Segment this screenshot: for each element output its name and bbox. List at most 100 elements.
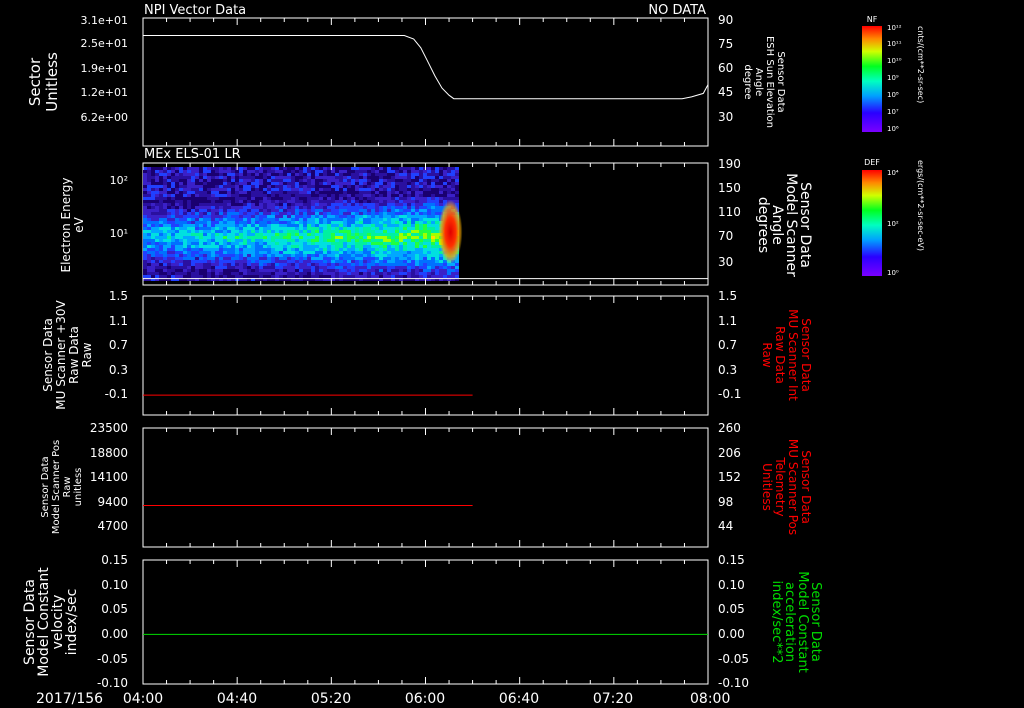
els-spectrogram-cell [443, 263, 447, 266]
els-spectrogram-cell [235, 224, 239, 227]
els-spectrogram-cell [439, 170, 443, 173]
els-spectrogram-cell [403, 197, 407, 200]
els-spectrogram-cell [371, 230, 375, 233]
els-spectrogram-cell [299, 197, 303, 200]
els-spectrogram-cell [271, 272, 275, 275]
els-spectrogram-cell [423, 173, 427, 176]
els-spectrogram-cell [375, 275, 379, 278]
els-spectrogram-cell [231, 227, 235, 230]
panel-sector-status: NO DATA [648, 3, 706, 18]
els-spectrogram-cell [279, 269, 283, 272]
els-spectrogram-cell [171, 254, 175, 257]
els-spectrogram-cell [443, 182, 447, 185]
els-spectrogram-cell [327, 221, 331, 224]
els-spectrogram-cell [271, 188, 275, 191]
els-spectrogram-cell [255, 239, 259, 242]
els-spectrogram-cell [415, 206, 419, 209]
els-spectrogram-cell [215, 272, 219, 275]
els-spectrogram-cell [239, 245, 243, 248]
els-spectrogram-cell [399, 185, 403, 188]
els-spectrogram-cell [279, 176, 283, 179]
els-spectrogram-cell [163, 176, 167, 179]
els-spectrogram-cell [231, 179, 235, 182]
els-spectrogram-cell [363, 257, 367, 260]
els-spectrogram-cell [275, 272, 279, 275]
mu-int-left-tick-3: 0.3 [109, 363, 128, 377]
els-spectrogram-cell [147, 206, 151, 209]
els-spectrogram-cell [443, 275, 447, 278]
els-spectrogram-cell [367, 197, 371, 200]
els-spectrogram-cell [291, 263, 295, 266]
els-spectrogram-cell [243, 263, 247, 266]
els-spectrogram-cell [191, 176, 195, 179]
els-spectrogram-cell [227, 245, 231, 248]
els-spectrogram-cell [259, 257, 263, 260]
els-spectrogram-cell [191, 239, 195, 242]
els-spectrogram-cell [159, 179, 163, 182]
els-spectrogram-cell [255, 272, 259, 275]
els-spectrogram-cell [163, 215, 167, 218]
els-spectrogram-cell [291, 233, 295, 236]
els-spectrogram-cell [215, 257, 219, 260]
els-spectrogram-cell [207, 221, 211, 224]
els-spectrogram-cell [343, 242, 347, 245]
els-spectrogram-cell [399, 218, 403, 221]
els-spectrogram-cell [275, 254, 279, 257]
els-spectrogram-cell [195, 233, 199, 236]
els-spectrogram-cell [351, 269, 355, 272]
els-spectrogram-cell [403, 170, 407, 173]
mu-pos-ylabel-0: Sensor Data [40, 456, 51, 517]
els-spectrogram-cell [323, 218, 327, 221]
els-spectrogram-cell [179, 242, 183, 245]
els-spectrogram-cell [235, 182, 239, 185]
els-spectrogram-cell [163, 260, 167, 263]
els-spectrogram-cell [435, 179, 439, 182]
vel-right-tick-5: -0.10 [718, 676, 749, 690]
els-spectrogram-cell [399, 230, 403, 233]
els-spectrogram-cell [239, 188, 243, 191]
els-spectrogram-cell [411, 188, 415, 191]
els-spectrogram-cell [227, 167, 231, 170]
els-spectrogram-cell [291, 254, 295, 257]
els-spectrogram-cell [323, 200, 327, 203]
els-spectrogram-cell [151, 257, 155, 260]
els-spectrogram-cell [167, 227, 171, 230]
els-spectrogram-cell [251, 257, 255, 260]
els-spectrogram-cell [243, 221, 247, 224]
els-spectrogram-cell [255, 188, 259, 191]
els-spectrogram-cell [287, 188, 291, 191]
els-spectrogram-cell [427, 176, 431, 179]
els-spectrogram-cell [427, 251, 431, 254]
els-spectrogram-cell [211, 230, 215, 233]
els-spectrogram-cell [143, 206, 147, 209]
els-spectrogram-cell [215, 239, 219, 242]
els-spectrogram-cell [355, 254, 359, 257]
els-spectrogram-cell [335, 179, 339, 182]
els-spectrogram-cell [407, 167, 411, 170]
els-spectrogram-cell [411, 251, 415, 254]
els-spectrogram-cell [423, 227, 427, 230]
els-spectrogram-cell [191, 230, 195, 233]
els-spectrogram-cell [239, 272, 243, 275]
els-spectrogram-cell [195, 209, 199, 212]
els-spectrogram-cell [275, 209, 279, 212]
els-spectrogram-cell [159, 185, 163, 188]
els-spectrogram-cell [439, 200, 443, 203]
els-spectrogram-cell [207, 263, 211, 266]
els-spectrogram-cell [203, 167, 207, 170]
els-spectrogram-cell [319, 182, 323, 185]
els-spectrogram-cell [219, 236, 223, 239]
els-spectrogram-cell [195, 185, 199, 188]
els-spectrogram-cell [223, 227, 227, 230]
els-spectrogram-cell [339, 224, 343, 227]
els-spectrogram-cell [387, 239, 391, 242]
els-spectrogram-cell [259, 221, 263, 224]
els-spectrogram-cell [391, 275, 395, 278]
els-spectrogram-cell [243, 242, 247, 245]
els-spectrogram-cell [415, 188, 419, 191]
els-spectrogram-cell [231, 263, 235, 266]
els-spectrogram-cell [455, 182, 459, 185]
els-spectrogram-cell [199, 191, 203, 194]
els-spectrogram-cell [379, 230, 383, 233]
els-spectrogram-cell [223, 248, 227, 251]
